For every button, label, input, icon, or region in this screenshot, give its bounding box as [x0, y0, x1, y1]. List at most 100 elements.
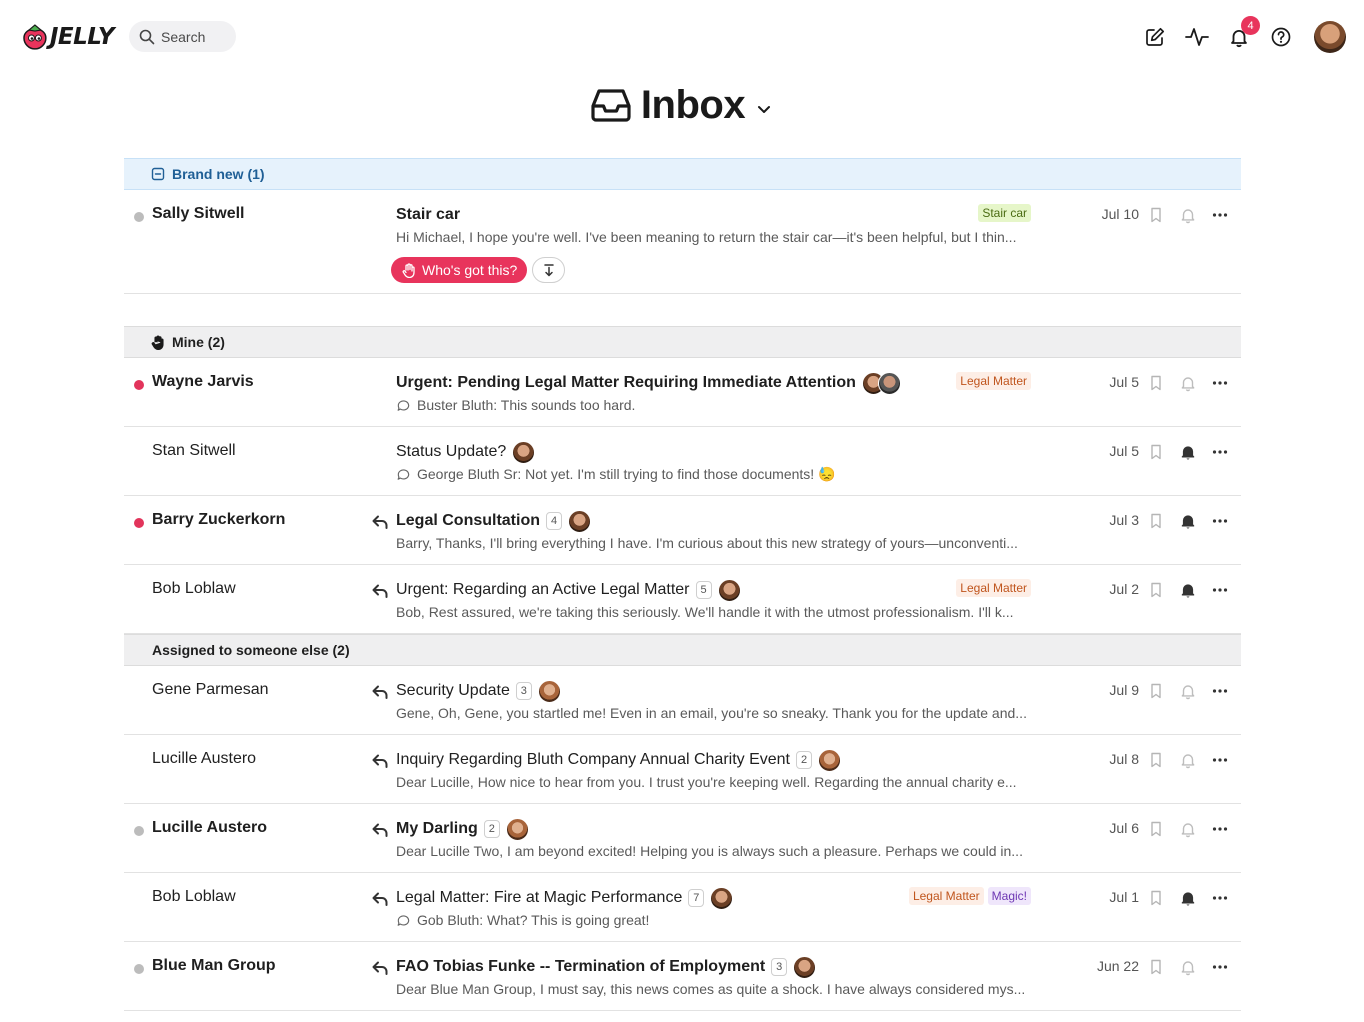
user-avatar[interactable] — [1314, 21, 1346, 53]
conversation-row[interactable]: Gene Parmesan Security Update 3 Gene, Oh… — [124, 666, 1241, 735]
sender-name: Stan Sitwell — [152, 442, 236, 459]
row-actions — [1147, 958, 1229, 976]
message-preview: George Bluth Sr: Not yet. I'm still tryi… — [396, 466, 1036, 483]
tag-label[interactable]: Legal Matter — [908, 887, 984, 905]
more-icon[interactable] — [1211, 958, 1229, 976]
bookmark-icon[interactable] — [1147, 682, 1165, 700]
conversation-row[interactable]: Lucille Austero My Darling 2 Dear Lucill… — [124, 804, 1241, 873]
tag-label[interactable]: Stair car — [978, 204, 1031, 222]
move-down-button[interactable] — [532, 257, 566, 283]
activity-button[interactable] — [1184, 24, 1210, 50]
section-header-mine[interactable]: Mine (2) — [124, 326, 1241, 358]
more-icon[interactable] — [1211, 889, 1229, 907]
more-icon[interactable] — [1211, 751, 1229, 769]
more-icon[interactable] — [1211, 820, 1229, 838]
unread-dot — [134, 826, 144, 836]
preview-text: Hi Michael, I hope you're well. I've bee… — [396, 229, 1017, 245]
message-count: 4 — [546, 512, 562, 530]
date: Jul 8 — [1109, 751, 1139, 767]
bell-filled-icon[interactable] — [1179, 443, 1197, 461]
bell-filled-icon[interactable] — [1179, 512, 1197, 530]
tag-label[interactable]: Legal Matter — [956, 372, 1031, 390]
conversation-row[interactable]: Sally Sitwell Stair car Hi Michael, I ho… — [124, 190, 1241, 294]
reply-icon — [371, 821, 389, 844]
preview-text: Buster Bluth: This sounds too hard. — [417, 397, 636, 413]
subject: Security Update — [396, 682, 510, 699]
conversation-row[interactable]: Bob Loblaw Urgent: Regarding an Active L… — [124, 565, 1241, 634]
bell-icon[interactable] — [1179, 820, 1197, 838]
more-icon[interactable] — [1211, 206, 1229, 224]
tags: Legal Matter — [956, 579, 1031, 597]
bookmark-icon[interactable] — [1147, 443, 1165, 461]
subject: Urgent: Pending Legal Matter Requiring I… — [396, 374, 856, 391]
avatar — [818, 748, 841, 772]
jelly-logo[interactable]: JELLY — [22, 20, 115, 54]
conversation-row[interactable]: Bob Loblaw Legal Matter: Fire at Magic P… — [124, 873, 1241, 942]
date: Jul 5 — [1109, 443, 1139, 459]
collapse-icon — [151, 167, 165, 181]
tag-label[interactable]: Legal Matter — [956, 579, 1031, 597]
bell-icon[interactable] — [1179, 206, 1197, 224]
conversation-row[interactable]: Barry Zuckerkorn Legal Consultation 4 Ba… — [124, 496, 1241, 565]
sender-name: Barry Zuckerkorn — [152, 511, 286, 528]
bell-icon[interactable] — [1179, 682, 1197, 700]
section-header-brand-new[interactable]: Brand new (1) — [124, 158, 1241, 190]
tag-label[interactable]: Magic! — [987, 887, 1031, 905]
sender-name: Bob Loblaw — [152, 888, 236, 905]
strawberry-icon — [23, 24, 47, 50]
bookmark-icon[interactable] — [1147, 958, 1165, 976]
more-icon[interactable] — [1211, 581, 1229, 599]
claim-controls: Who's got this? — [391, 257, 566, 283]
conversation-row[interactable]: Blue Man Group FAO Tobias Funke -- Termi… — [124, 942, 1241, 1011]
conversation-row[interactable]: Stan Sitwell Status Update? George Bluth… — [124, 427, 1241, 496]
preview-text: Dear Lucille Two, I am beyond excited! H… — [396, 843, 1023, 859]
bookmark-icon[interactable] — [1147, 206, 1165, 224]
bookmark-icon[interactable] — [1147, 889, 1165, 907]
subject: Inquiry Regarding Bluth Company Annual C… — [396, 751, 790, 768]
bookmark-icon[interactable] — [1147, 374, 1165, 392]
conversation-row[interactable]: Wayne Jarvis Urgent: Pending Legal Matte… — [124, 358, 1241, 427]
reply-icon — [371, 959, 389, 982]
subject-line: FAO Tobias Funke -- Termination of Emplo… — [396, 955, 817, 979]
inbox-title-selector[interactable]: Inbox — [0, 80, 1364, 130]
row-actions — [1147, 889, 1229, 907]
date: Jul 2 — [1109, 581, 1139, 597]
notifications-button[interactable]: 4 — [1226, 16, 1260, 50]
more-icon[interactable] — [1211, 512, 1229, 530]
bookmark-icon[interactable] — [1147, 751, 1165, 769]
section-label: Assigned to someone else (2) — [152, 642, 350, 658]
whos-got-this-button[interactable]: Who's got this? — [391, 257, 528, 283]
row-actions — [1147, 682, 1229, 700]
conversation-row[interactable]: Lucille Austero Inquiry Regarding Bluth … — [124, 735, 1241, 804]
unread-dot — [134, 212, 144, 222]
row-actions — [1147, 512, 1229, 530]
section-label: Brand new (1) — [172, 166, 265, 182]
section-header-assigned[interactable]: Assigned to someone else (2) — [124, 634, 1241, 666]
message-preview: Buster Bluth: This sounds too hard. — [396, 397, 1036, 413]
more-icon[interactable] — [1211, 374, 1229, 392]
inbox-list: Brand new (1) Sally Sitwell Stair car Hi… — [124, 158, 1241, 1011]
compose-button[interactable] — [1142, 24, 1168, 50]
message-preview: Gene, Oh, Gene, you startled me! Even in… — [396, 705, 1036, 721]
bell-filled-icon[interactable] — [1179, 581, 1197, 599]
bell-icon[interactable] — [1179, 751, 1197, 769]
message-preview: Barry, Thanks, I'll bring everything I h… — [396, 535, 1036, 551]
bookmark-icon[interactable] — [1147, 820, 1165, 838]
bell-icon[interactable] — [1179, 374, 1197, 392]
bell-icon[interactable] — [1179, 958, 1197, 976]
help-button[interactable] — [1268, 24, 1294, 50]
inbox-tray-icon — [591, 89, 631, 122]
more-icon[interactable] — [1211, 443, 1229, 461]
bookmark-icon[interactable] — [1147, 581, 1165, 599]
bookmark-icon[interactable] — [1147, 512, 1165, 530]
bell-filled-icon[interactable] — [1179, 889, 1197, 907]
date: Jul 9 — [1109, 682, 1139, 698]
search-input[interactable]: Search — [129, 21, 236, 52]
date: Jul 1 — [1109, 889, 1139, 905]
preview-text: Gene, Oh, Gene, you startled me! Even in… — [396, 705, 1027, 721]
reply-icon — [371, 582, 389, 605]
message-count: 7 — [688, 889, 705, 907]
page-title: Inbox — [640, 82, 746, 127]
more-icon[interactable] — [1211, 682, 1229, 700]
message-preview: Dear Lucille Two, I am beyond excited! H… — [396, 843, 1036, 859]
